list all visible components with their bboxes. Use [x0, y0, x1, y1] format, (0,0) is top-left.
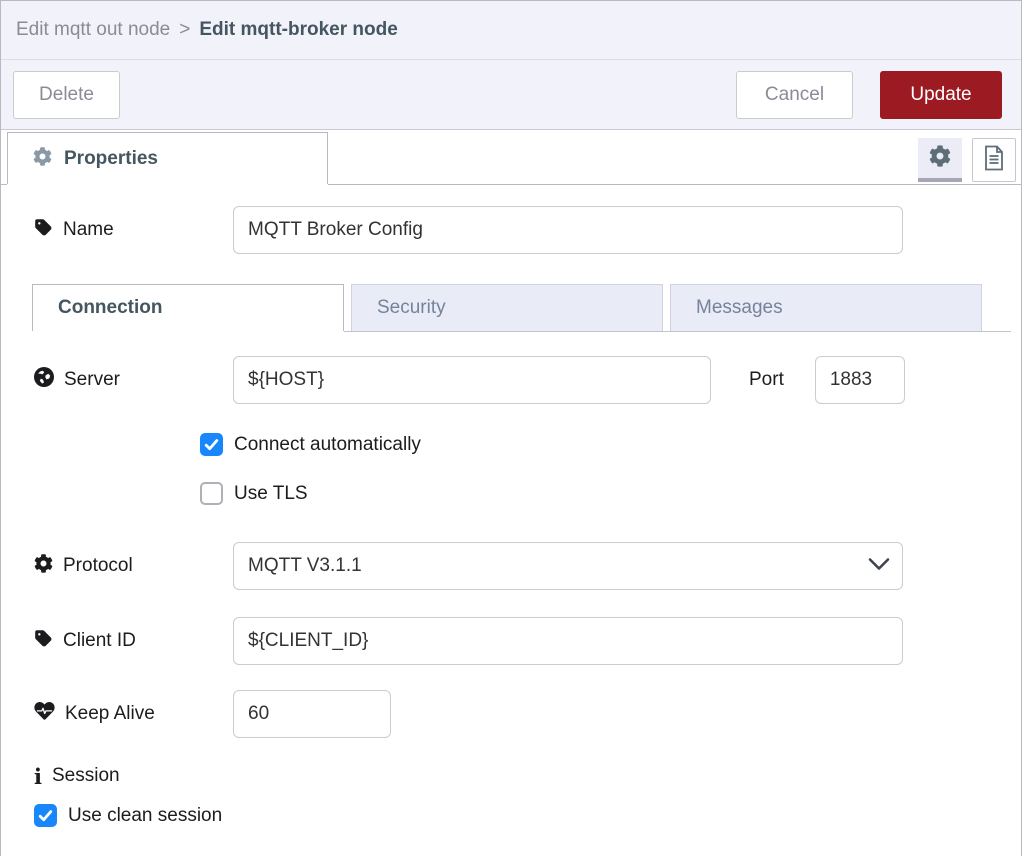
protocol-selected-value: MQTT V3.1.1	[248, 555, 362, 577]
server-label: Server	[34, 367, 233, 393]
port-label: Port	[749, 369, 784, 391]
clean-session-row: Use clean session	[34, 804, 1021, 827]
use-tls-checkbox[interactable]	[200, 482, 223, 505]
node-properties-button[interactable]	[918, 138, 962, 182]
tab-messages[interactable]: Messages	[670, 284, 982, 331]
check-icon	[203, 436, 220, 453]
tab-properties-label: Properties	[64, 148, 158, 170]
name-label: Name	[34, 218, 233, 243]
keep-alive-label: Keep Alive	[34, 702, 233, 727]
server-input[interactable]	[233, 356, 711, 404]
delete-button[interactable]: Delete	[13, 71, 120, 119]
info-icon: i	[34, 766, 42, 787]
name-input[interactable]	[233, 206, 903, 254]
update-button[interactable]: Update	[880, 71, 1002, 119]
cancel-button[interactable]: Cancel	[736, 71, 853, 119]
globe-icon	[34, 367, 54, 393]
session-label: Session	[52, 765, 120, 787]
editor-tab-bar: Properties	[1, 130, 1021, 185]
server-row: Server Port	[34, 356, 1021, 404]
client-id-label: Client ID	[34, 629, 233, 654]
tab-properties[interactable]: Properties	[7, 132, 328, 184]
document-icon	[982, 145, 1006, 176]
broker-section-tabs: Connection Security Messages	[32, 284, 1011, 332]
name-row: Name	[34, 206, 1021, 254]
node-config-form: Name Connection Security Messages Server…	[1, 206, 1021, 827]
client-id-input[interactable]	[233, 617, 903, 665]
gear-icon	[34, 554, 53, 579]
node-description-button[interactable]	[972, 138, 1016, 182]
breadcrumb-parent-link[interactable]: Edit mqtt out node	[16, 19, 170, 41]
keep-alive-input[interactable]	[233, 690, 391, 738]
session-section-header: i Session	[34, 765, 1021, 787]
check-icon	[37, 807, 54, 824]
tab-security[interactable]: Security	[351, 284, 663, 331]
editor-action-buttons	[918, 138, 1016, 184]
connect-automatically-label: Connect automatically	[234, 434, 421, 456]
tag-icon	[34, 629, 53, 654]
tab-connection[interactable]: Connection	[32, 284, 344, 331]
protocol-select[interactable]: MQTT V3.1.1	[233, 542, 903, 590]
connect-automatically-checkbox[interactable]	[200, 433, 223, 456]
dialog-button-bar: Delete Cancel Update	[1, 60, 1021, 130]
edit-node-dialog: Edit mqtt out node > Edit mqtt-broker no…	[0, 0, 1022, 856]
port-input[interactable]	[815, 356, 905, 404]
gear-icon	[33, 147, 52, 171]
breadcrumb: Edit mqtt out node > Edit mqtt-broker no…	[1, 1, 1021, 60]
gear-icon	[929, 145, 951, 172]
clean-session-label: Use clean session	[68, 805, 222, 827]
clean-session-checkbox[interactable]	[34, 804, 57, 827]
tag-icon	[34, 218, 53, 243]
client-id-row: Client ID	[34, 617, 1021, 665]
keep-alive-row: Keep Alive	[34, 690, 1021, 738]
chevron-down-icon	[868, 555, 890, 577]
breadcrumb-separator: >	[179, 19, 190, 41]
use-tls-row: Use TLS	[200, 482, 1021, 505]
page-title: Edit mqtt-broker node	[199, 19, 397, 41]
connect-automatically-row: Connect automatically	[200, 433, 1021, 456]
heartbeat-icon	[34, 702, 55, 727]
protocol-row: Protocol MQTT V3.1.1	[34, 542, 1021, 590]
protocol-label: Protocol	[34, 554, 233, 579]
use-tls-label: Use TLS	[234, 483, 308, 505]
